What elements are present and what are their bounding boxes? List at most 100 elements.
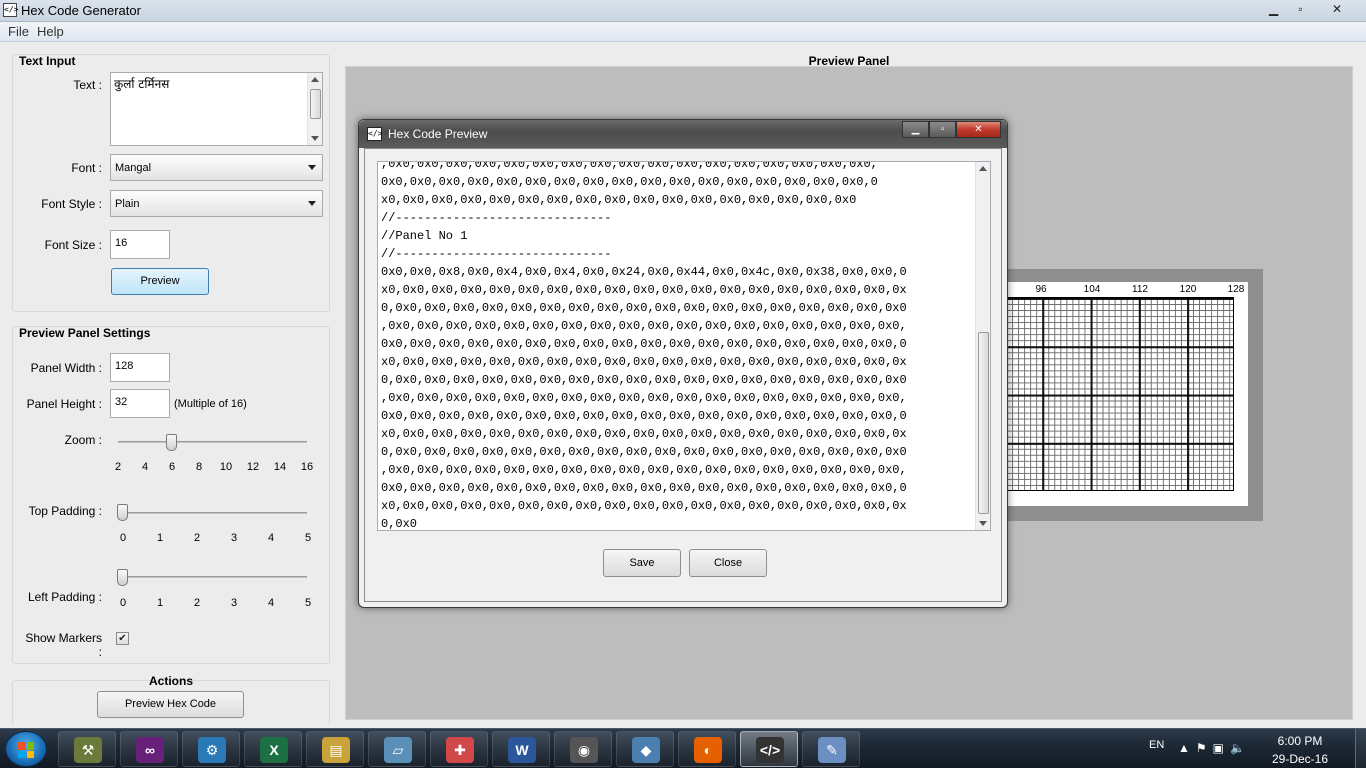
taskbar-item-calendar-add[interactable]: ✚ <box>430 731 488 767</box>
maximize-button[interactable]: ▫ <box>1287 0 1314 18</box>
dialog-body: ,0x0,0x0,0x0,0x0,0x0,0x0,0x0,0x0,0x0,0x0… <box>364 148 1002 602</box>
show-hidden-icons-icon[interactable]: ▲ <box>1178 741 1196 755</box>
top-padding-thumb[interactable] <box>117 504 128 521</box>
word-icon: W <box>508 737 536 763</box>
zoom-tick-6: 6 <box>168 461 176 473</box>
text-input-title: Text Input <box>19 54 76 68</box>
taskbar: ⚒ ∞ ⚙ X ▤ ▱ ✚ W ◉ ◆ ◐ </> ✎ EN ▲⚑▣🔈 6:00 PM 29-Dec-1… <box>0 728 1366 768</box>
font-style-select[interactable]: Plain <box>110 190 323 217</box>
taskbar-item-hex-code-generator[interactable]: </> <box>740 731 798 767</box>
left-padding-tick-1: 1 <box>156 597 164 609</box>
clock-date[interactable]: 29-Dec-16 <box>1270 752 1330 766</box>
top-padding-tick-3: 3 <box>230 532 238 544</box>
scroll-down-icon[interactable] <box>979 521 987 526</box>
show-desktop-button[interactable] <box>1355 729 1366 768</box>
dialog-close-x-button[interactable]: ✕ <box>956 121 1001 138</box>
close-window-button[interactable]: ✕ <box>1314 0 1360 18</box>
font-select-value: Mangal <box>115 162 152 174</box>
left-padding-tick-2: 2 <box>193 597 201 609</box>
panel-marker-104: 104 <box>1083 284 1101 295</box>
zoom-tick-8: 8 <box>195 461 203 473</box>
taskbar-item-word[interactable]: W <box>492 731 550 767</box>
taskbar-item-box[interactable]: ◆ <box>616 731 674 767</box>
left-padding-track[interactable] <box>123 576 307 578</box>
dialog-maximize-button[interactable]: ▫ <box>929 121 956 138</box>
window-controls: ▁ ▫ ✕ <box>1260 0 1360 18</box>
left-padding-tick-3: 3 <box>230 597 238 609</box>
hex-code-textarea[interactable]: ,0x0,0x0,0x0,0x0,0x0,0x0,0x0,0x0,0x0,0x0… <box>377 161 991 531</box>
start-button[interactable] <box>5 731 47 767</box>
hex-line: ,0x0,0x0,0x0,0x0,0x0,0x0,0x0,0x0,0x0,0x0… <box>381 391 907 405</box>
hex-line: 0x0,0x0,0x0,0x0,0x0,0x0,0x0,0x0,0x0,0x0,… <box>381 175 878 189</box>
text-input-area[interactable]: कुर्ला टर्मिनस <box>110 72 323 146</box>
menu-file[interactable]: File <box>4 22 33 41</box>
taskbar-item-paint[interactable]: ✎ <box>802 731 860 767</box>
taskbar-item-excel[interactable]: X <box>244 731 302 767</box>
top-padding-tick-labels: 0 1 2 3 4 5 <box>0 532 311 546</box>
scroll-down-icon[interactable] <box>311 136 319 141</box>
taskbar-item-cloud-gears[interactable]: ⚙ <box>182 731 240 767</box>
notes-icon: ▱ <box>384 737 412 763</box>
text-area-scrollbar[interactable] <box>307 73 322 145</box>
taskbar-item-media[interactable]: ◉ <box>554 731 612 767</box>
font-size-input[interactable]: 16 <box>110 230 170 259</box>
show-markers-checkbox[interactable]: ✔ <box>116 632 129 645</box>
app-code-icon: </> <box>3 3 18 17</box>
panel-marker-128: 128 <box>1227 284 1245 295</box>
panel-height-input[interactable]: 32 <box>110 389 170 418</box>
panel-marker-120: 120 <box>1179 284 1197 295</box>
taskbar-item-visual-studio[interactable]: ∞ <box>120 731 178 767</box>
preview-hex-code-button[interactable]: Preview Hex Code <box>97 691 244 718</box>
menu-help[interactable]: Help <box>33 22 68 41</box>
clock-time[interactable]: 6:00 PM <box>1270 734 1330 748</box>
hex-code-preview-dialog: </> Hex Code Preview ▁ ▫ ✕ ,0x0,0x0,0x0,… <box>358 119 1008 608</box>
hex-scroll-thumb[interactable] <box>978 332 989 514</box>
zoom-slider-thumb[interactable] <box>166 434 177 451</box>
taskbar-item-firefox[interactable]: ◐ <box>678 731 736 767</box>
taskbar-item-tools[interactable]: ⚒ <box>58 731 116 767</box>
cloud-gears-icon: ⚙ <box>198 737 226 763</box>
zoom-tick-16: 16 <box>300 461 314 473</box>
chevron-down-icon <box>308 201 316 206</box>
hex-line: x0,0x0,0x0,0x0,0x0,0x0,0x0,0x0,0x0,0x0,0… <box>381 283 907 297</box>
zoom-slider-track[interactable] <box>118 441 307 443</box>
led-panel-grid <box>1005 297 1234 491</box>
text-label: Text : <box>73 78 102 92</box>
taskbar-item-file-explorer[interactable]: ▤ <box>306 731 364 767</box>
zoom-tick-14: 14 <box>273 461 287 473</box>
tools-icon: ⚒ <box>74 737 102 763</box>
hex-line: x0,0x0,0x0,0x0,0x0,0x0,0x0,0x0,0x0,0x0,0… <box>381 499 907 513</box>
panel-settings-title: Preview Panel Settings <box>19 326 151 340</box>
text-input-value: कुर्ला टर्मिनस <box>114 77 170 91</box>
show-markers-label: Show Markers : <box>25 631 102 659</box>
hex-line: //Panel No 1 <box>381 229 468 243</box>
language-indicator[interactable]: EN <box>1149 739 1164 751</box>
close-button[interactable]: Close <box>689 549 767 577</box>
panel-width-input[interactable]: 128 <box>110 353 170 382</box>
left-padding-thumb[interactable] <box>117 569 128 586</box>
volume-icon[interactable]: 🔈 <box>1230 741 1251 755</box>
network-icon[interactable]: ▣ <box>1213 741 1230 755</box>
action-center-flag-icon[interactable]: ⚑ <box>1196 741 1213 755</box>
top-padding-track[interactable] <box>123 512 307 514</box>
scroll-up-icon[interactable] <box>979 166 987 171</box>
scroll-thumb[interactable] <box>310 89 321 119</box>
hex-line: 0,0x0,0x0,0x0,0x0,0x0,0x0,0x0,0x0,0x0,0x… <box>381 301 907 315</box>
hex-code-scrollbar[interactable] <box>975 162 990 530</box>
hex-line: ,0x0,0x0,0x0,0x0,0x0,0x0,0x0,0x0,0x0,0x0… <box>381 161 878 171</box>
hex-line: ,0x0,0x0,0x0,0x0,0x0,0x0,0x0,0x0,0x0,0x0… <box>381 319 907 333</box>
hex-line: 0,0x0,0x0,0x0,0x0,0x0,0x0,0x0,0x0,0x0,0x… <box>381 373 907 387</box>
scroll-up-icon[interactable] <box>311 77 319 82</box>
dialog-titlebar: </> Hex Code Preview ▁ ▫ ✕ <box>359 120 1007 148</box>
font-select[interactable]: Mangal <box>110 154 323 181</box>
preview-button[interactable]: Preview <box>111 268 209 295</box>
dialog-code-icon: </> <box>367 127 382 141</box>
zoom-tick-4: 4 <box>141 461 149 473</box>
minimize-button[interactable]: ▁ <box>1260 0 1287 18</box>
save-button[interactable]: Save <box>603 549 681 577</box>
dialog-minimize-button[interactable]: ▁ <box>902 121 929 138</box>
tray-icons[interactable]: ▲⚑▣🔈 <box>1178 741 1251 755</box>
window-titlebar: </> Hex Code Generator ▁ ▫ ✕ <box>0 0 1366 22</box>
taskbar-item-notes[interactable]: ▱ <box>368 731 426 767</box>
calendar-add-icon: ✚ <box>446 737 474 763</box>
